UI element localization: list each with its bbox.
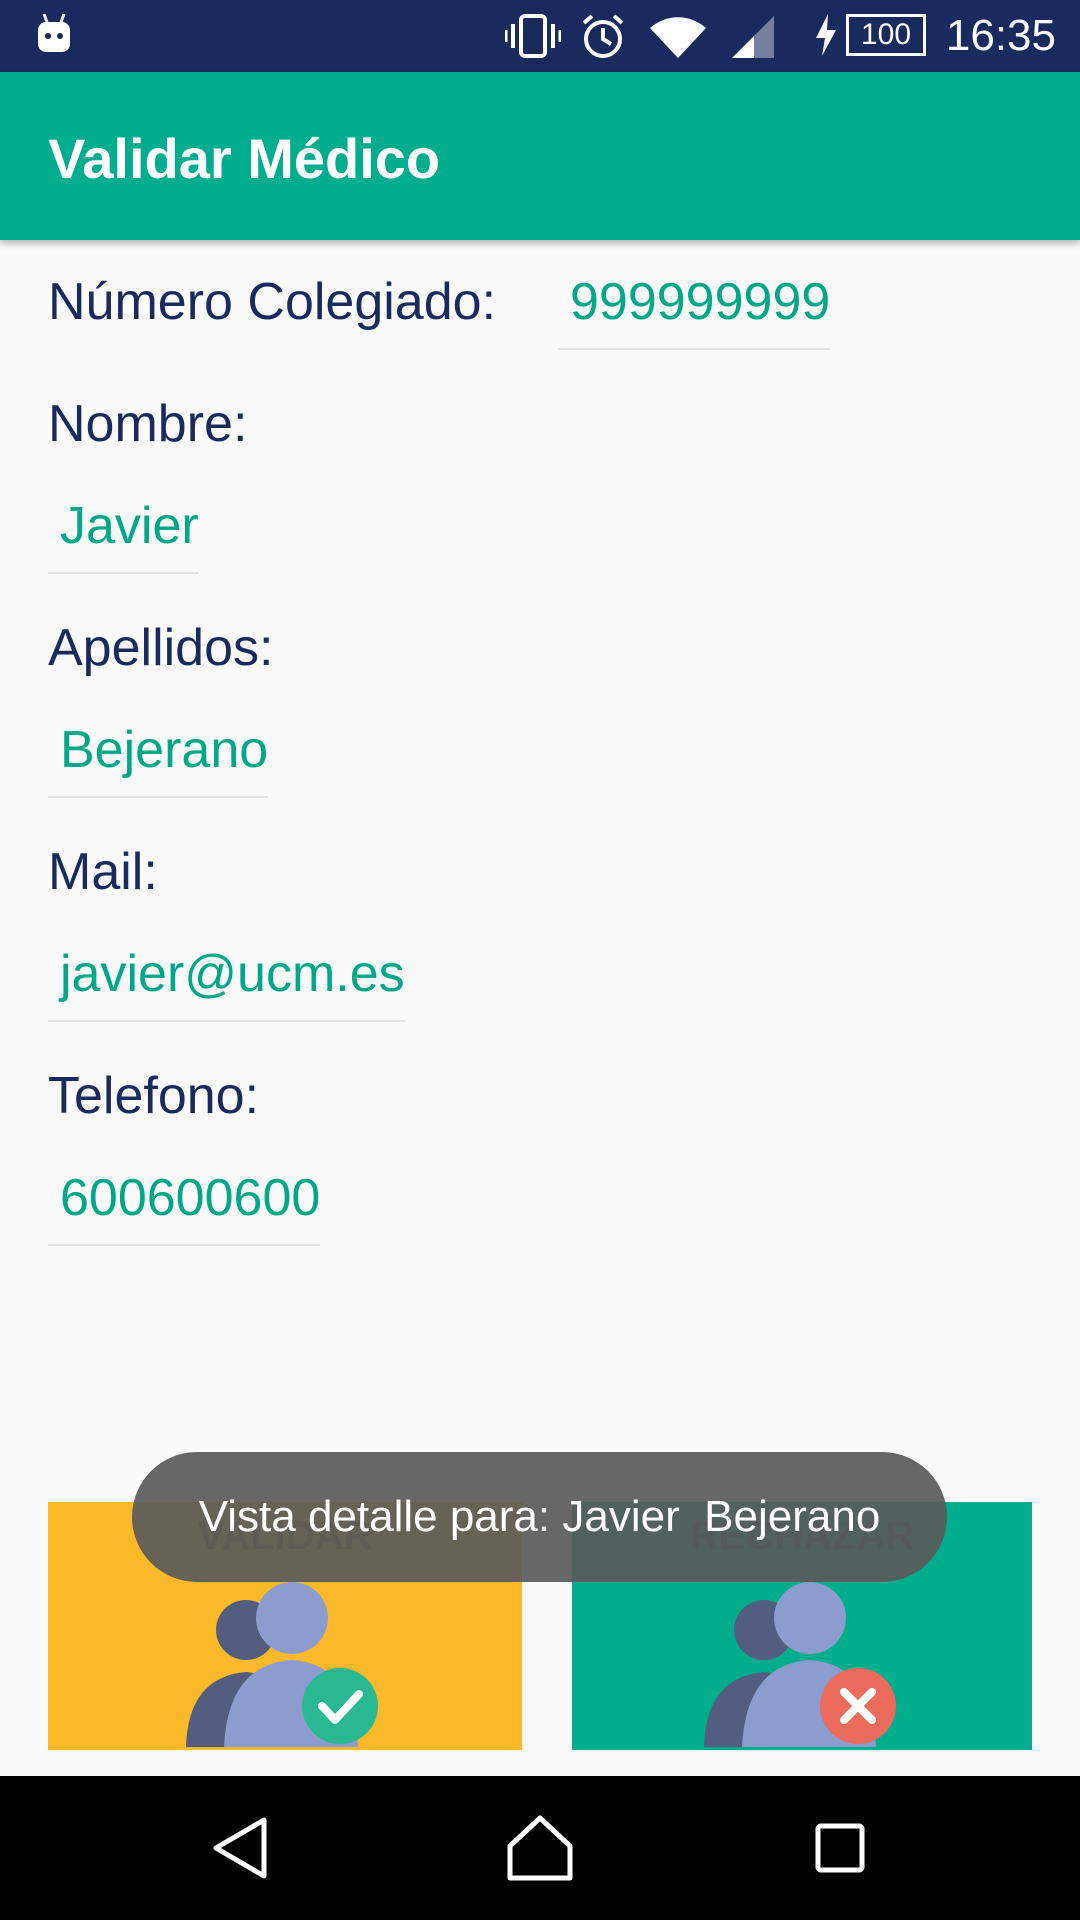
signal-icon xyxy=(732,16,774,58)
battery-level: 100 xyxy=(860,18,912,51)
alarm-icon xyxy=(582,14,624,58)
status-bar: 100 16:35 xyxy=(0,0,1080,72)
wifi-icon xyxy=(650,17,706,58)
back-icon[interactable] xyxy=(206,1812,278,1884)
home-icon[interactable] xyxy=(504,1812,576,1884)
vibrate-icon xyxy=(505,14,561,58)
users-check-icon xyxy=(186,1582,378,1747)
users-reject-icon xyxy=(704,1582,896,1747)
navigation-bar xyxy=(0,1776,1080,1920)
apellidos-field[interactable]: Bejerano xyxy=(48,720,269,798)
numero-colegiado-label: Número Colegiado: xyxy=(48,273,497,331)
toast-message: Vista detalle para: Javier Bejerano xyxy=(132,1452,947,1582)
mail-field[interactable]: javier@ucm.es xyxy=(48,944,405,1022)
nombre-label: Nombre: xyxy=(48,395,248,453)
numero-colegiado-field[interactable]: 999999999 xyxy=(558,272,831,350)
page-title: Validar Médico xyxy=(48,127,441,190)
android-icon xyxy=(38,14,70,52)
telefono-field[interactable]: 600600600 xyxy=(48,1168,321,1246)
apellidos-label: Apellidos: xyxy=(48,619,274,677)
clock: 16:35 xyxy=(945,11,1056,60)
telefono-label: Telefono: xyxy=(48,1067,260,1125)
toast-text: Vista detalle para: Javier Bejerano xyxy=(198,1492,881,1541)
nombre-field[interactable]: Javier xyxy=(48,496,199,574)
battery-icon: 100 xyxy=(846,14,926,56)
charging-icon xyxy=(816,14,836,56)
recents-icon[interactable] xyxy=(804,1812,876,1884)
mail-label: Mail: xyxy=(48,843,158,901)
app-bar: Validar Médico xyxy=(0,72,1080,240)
